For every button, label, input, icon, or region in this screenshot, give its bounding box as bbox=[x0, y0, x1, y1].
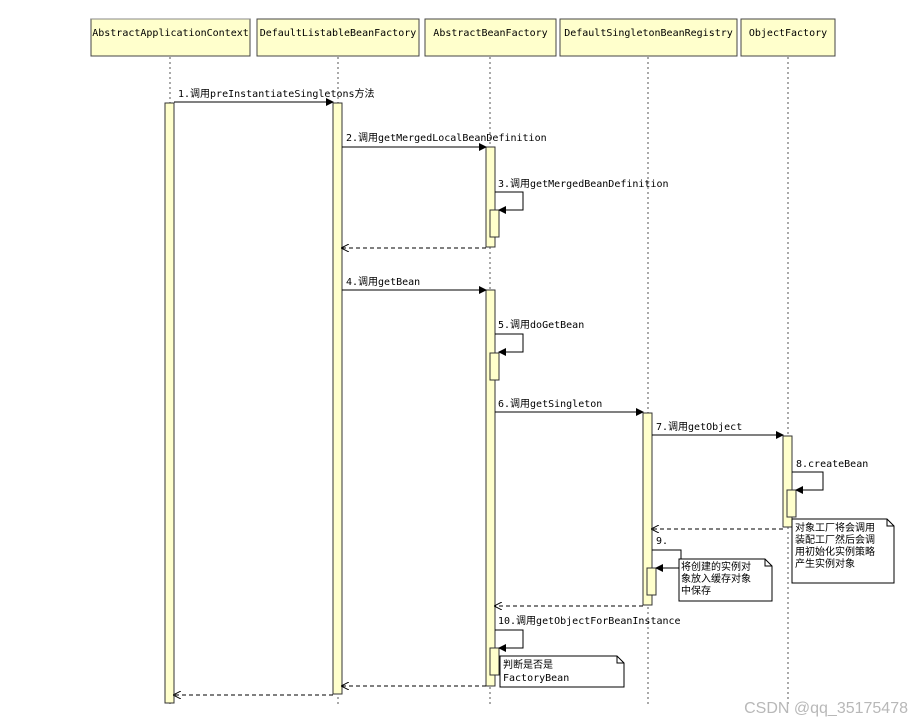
message-label: 9. bbox=[656, 536, 668, 547]
message-label: 4.调用getBean bbox=[346, 276, 420, 288]
message-label: 2.调用getMergedLocalBeanDefinition bbox=[346, 132, 547, 144]
participant-abstract-application-context: AbstractApplicationContext bbox=[90, 18, 251, 57]
activation-bar bbox=[489, 352, 500, 381]
participant-abstract-bean-factory: AbstractBeanFactory bbox=[424, 18, 557, 57]
message-label: 7.调用getObject bbox=[656, 421, 742, 433]
message-label: 8.createBean bbox=[796, 459, 868, 470]
watermark: CSDN @qq_35175478 bbox=[744, 700, 908, 717]
activation-bar bbox=[485, 289, 496, 687]
message-label: 10.调用getObjectForBeanInstance bbox=[498, 615, 681, 627]
self-message-arrow bbox=[495, 333, 524, 356]
self-message-arrow bbox=[652, 549, 682, 572]
note-line: FactoryBean bbox=[503, 673, 569, 684]
note-line: 将创建的实例对 bbox=[681, 560, 751, 573]
message-label: 5.调用doGetBean bbox=[498, 319, 584, 331]
note-cache: 将创建的实例对 象放入缓存对象 中保存 bbox=[678, 558, 773, 602]
participants: AbstractApplicationContext DefaultListab… bbox=[90, 18, 836, 57]
activation-bar bbox=[164, 102, 175, 704]
note-line: 中保存 bbox=[681, 584, 711, 597]
activation-bar bbox=[646, 567, 657, 596]
participant-label: ObjectFactory bbox=[749, 28, 827, 39]
activation-bar bbox=[489, 209, 500, 238]
note-object-factory: 对象工厂将会调用 装配工厂然后会调 用初始化实例策略 产生实例对象 bbox=[791, 518, 895, 584]
participant-label: AbstractApplicationContext bbox=[92, 28, 249, 39]
participant-label: AbstractBeanFactory bbox=[433, 28, 547, 39]
note-line: 装配工厂然后会调 bbox=[795, 533, 875, 546]
lifelines bbox=[169, 57, 789, 707]
note-line: 象放入缓存对象 bbox=[681, 572, 751, 585]
message-label: 1.调用preInstantiateSingletons方法 bbox=[178, 87, 375, 100]
message-label: 6.调用getSingleton bbox=[498, 398, 602, 410]
activation-bar bbox=[489, 647, 500, 676]
note-line: 对象工厂将会调用 bbox=[795, 521, 875, 534]
diagram-canvas: AbstractApplicationContext DefaultListab… bbox=[90, 18, 895, 707]
self-message-arrow bbox=[792, 471, 824, 494]
note-factory-bean: 判断是否是 FactoryBean bbox=[499, 655, 625, 688]
participant-default-listable-bean-factory: DefaultListableBeanFactory bbox=[256, 18, 420, 57]
message-label: 3.调用getMergedBeanDefinition bbox=[498, 178, 669, 190]
activations bbox=[164, 102, 797, 704]
activation-bar bbox=[786, 489, 797, 518]
participant-object-factory: ObjectFactory bbox=[740, 18, 836, 57]
message-labels: 1.调用preInstantiateSingletons方法 2.调用getMe… bbox=[178, 87, 868, 627]
participant-label: DefaultListableBeanFactory bbox=[260, 28, 417, 39]
self-message-arrow bbox=[495, 629, 524, 652]
activation-bar bbox=[332, 102, 343, 695]
note-line: 判断是否是 bbox=[503, 658, 553, 671]
participant-label: DefaultSingletonBeanRegistry bbox=[564, 28, 733, 39]
sequence-diagram: AbstractApplicationContext DefaultListab… bbox=[0, 0, 922, 724]
note-line: 用初始化实例策略 bbox=[795, 545, 875, 558]
participant-default-singleton-bean-registry: DefaultSingletonBeanRegistry bbox=[559, 18, 738, 57]
self-message-arrow bbox=[495, 191, 524, 214]
note-line: 产生实例对象 bbox=[795, 557, 855, 570]
